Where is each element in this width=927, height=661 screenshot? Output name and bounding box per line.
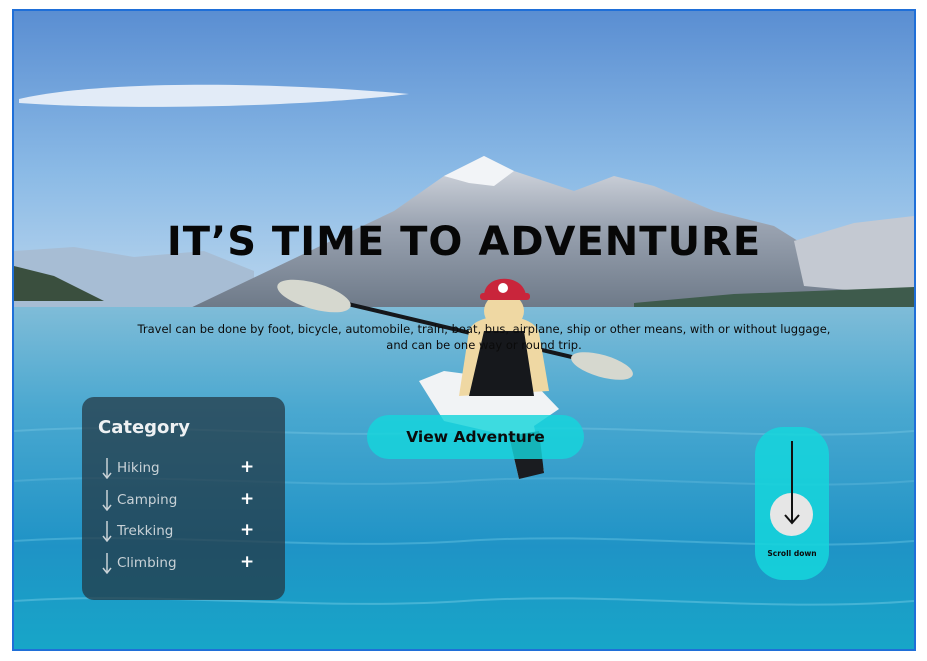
hero-description: Travel can be done by foot, bicycle, aut… <box>137 322 831 352</box>
down-arrow-icon <box>102 458 112 479</box>
hero-headline: IT’S TIME TO ADVENTURE <box>166 219 762 265</box>
hero-frame: IT’S TIME TO ADVENTURE Travel can be don… <box>12 9 916 651</box>
category-item-label: Camping <box>117 492 178 508</box>
category-item-camping[interactable]: Camping + <box>102 489 262 513</box>
category-item-label: Trekking <box>117 523 174 539</box>
category-item-label: Hiking <box>117 460 160 476</box>
scroll-down-button[interactable]: Scroll down <box>755 427 829 580</box>
plus-icon[interactable]: + <box>240 457 254 477</box>
view-adventure-button[interactable]: View Adventure <box>367 415 584 459</box>
down-arrow-icon <box>102 521 112 542</box>
category-item-label: Climbing <box>117 555 177 571</box>
category-item-trekking[interactable]: Trekking + <box>102 520 262 544</box>
category-panel: Category Hiking + Camping + Trekking + C… <box>82 397 285 600</box>
scroll-down-label: Scroll down <box>767 549 817 558</box>
down-arrow-icon <box>102 553 112 574</box>
down-arrow-icon <box>102 490 112 511</box>
category-title: Category <box>98 417 191 438</box>
plus-icon[interactable]: + <box>240 489 254 509</box>
plus-icon[interactable]: + <box>240 552 254 572</box>
category-item-hiking[interactable]: Hiking + <box>102 457 262 481</box>
scroll-down-arrow-icon <box>784 441 800 525</box>
category-item-climbing[interactable]: Climbing + <box>102 552 262 576</box>
plus-icon[interactable]: + <box>240 520 254 540</box>
